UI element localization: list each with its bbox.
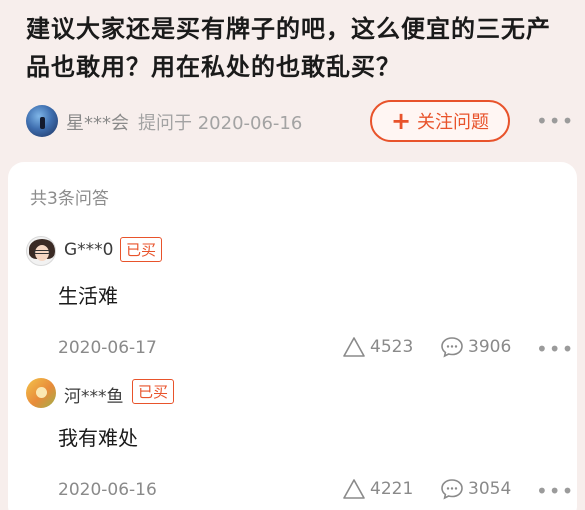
- answer-item: 河***鱼 已买 我有难处 2020-06-16 4221 3054 •••: [8, 378, 577, 510]
- answer-date: 2020-06-16: [58, 480, 157, 500]
- purchased-badge: 已买: [132, 379, 175, 404]
- like-triangle-icon[interactable]: [342, 336, 366, 358]
- purchased-badge: 已买: [120, 237, 163, 262]
- avatar-figure: [40, 117, 45, 129]
- like-count: 4221: [370, 479, 414, 499]
- question-title: 建议大家还是买有牌子的吧，这么便宜的三无产品也敢用？用在私处的也敢乱买？: [26, 15, 551, 81]
- answers-count: 共3条问答: [30, 189, 109, 209]
- more-options-icon[interactable]: •••: [536, 337, 574, 361]
- comment-count: 3054: [468, 479, 512, 499]
- like-count: 4523: [370, 337, 414, 357]
- follow-question-button[interactable]: + 关注问题: [370, 100, 510, 142]
- question-header: 建议大家还是买有牌子的吧，这么便宜的三无产品也敢用？用在私处的也敢乱买？ 星**…: [0, 0, 585, 170]
- more-options-icon[interactable]: •••: [536, 109, 574, 133]
- comment-icon[interactable]: [440, 478, 464, 500]
- avatar-glasses: [34, 250, 50, 254]
- comment-icon[interactable]: [440, 336, 464, 358]
- more-options-icon[interactable]: •••: [536, 479, 574, 503]
- avatar-dot: [36, 387, 47, 398]
- answer-text: 生活难: [58, 284, 118, 308]
- answers-card: 共3条问答 G***0 已买 生活难 2020-06-17 4523 3906 …: [8, 162, 577, 510]
- avatar[interactable]: [26, 105, 58, 137]
- answerer-name[interactable]: 河***鱼: [64, 382, 124, 407]
- asker-name[interactable]: 星***会: [66, 109, 129, 135]
- answer-item: G***0 已买 生活难 2020-06-17 4523 3906 •••: [8, 236, 577, 376]
- follow-question-label: 关注问题: [417, 112, 490, 133]
- comment-count: 3906: [468, 337, 512, 357]
- asked-date: 提问于 2020-06-16: [138, 113, 303, 134]
- asker-row: 星***会 提问于 2020-06-16 + 关注问题 •••: [26, 100, 573, 142]
- answer-text: 我有难处: [58, 426, 138, 450]
- avatar[interactable]: [26, 378, 56, 408]
- like-triangle-icon[interactable]: [342, 478, 366, 500]
- plus-icon: +: [390, 107, 412, 135]
- answer-date: 2020-06-17: [58, 338, 157, 358]
- avatar[interactable]: [26, 236, 56, 266]
- answerer-name[interactable]: G***0: [64, 240, 114, 260]
